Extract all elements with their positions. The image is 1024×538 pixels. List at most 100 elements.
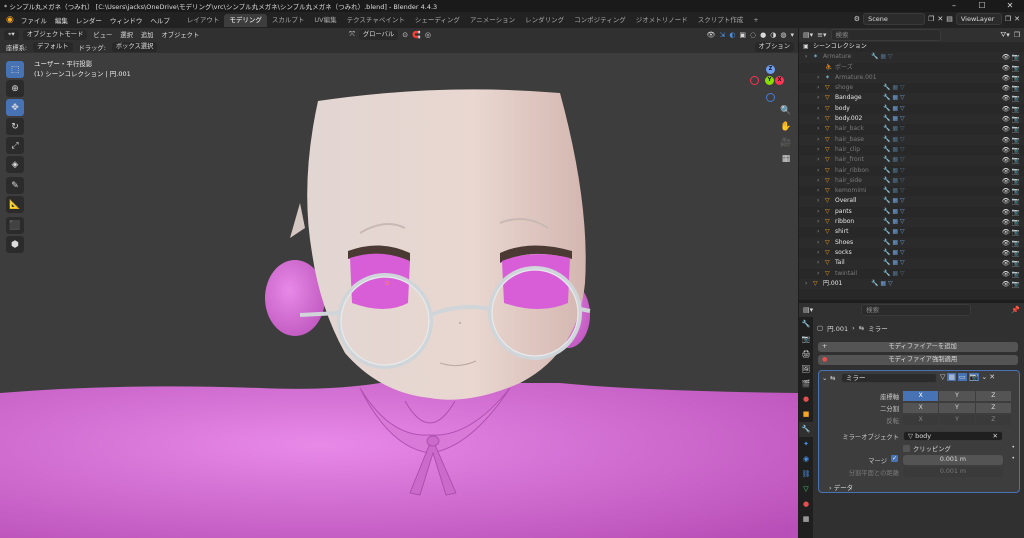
maximize-icon[interactable]: ☐ — [968, 0, 996, 12]
tool-tab-icon[interactable]: 🔧 — [799, 317, 813, 332]
move-tool[interactable]: ✥ — [6, 99, 24, 116]
visibility-eye-icon[interactable]: 👁 — [1002, 207, 1010, 217]
modifier-indicator-icon[interactable]: 🔧 ▦ ▽ — [883, 124, 905, 134]
scene-field[interactable]: Scene — [863, 13, 926, 25]
apply-all-modifiers-button[interactable]: ● モディファイア強制適用 — [818, 355, 1018, 365]
expand-chevron-icon[interactable]: › — [817, 196, 819, 206]
menu-file[interactable]: ファイル — [17, 15, 51, 25]
gizmo-z-icon[interactable]: Z — [766, 65, 775, 74]
visibility-eye-icon[interactable]: 👁 — [1002, 104, 1010, 114]
expand-chevron-icon[interactable]: › — [817, 227, 819, 237]
outliner-row[interactable]: › ▽ hair_ribbon 🔧 ▦ ▽ 👁 📷 — [799, 166, 1024, 176]
modifier-indicator-icon[interactable]: 🔧 ▦ ▽ — [883, 104, 905, 114]
visibility-eye-icon[interactable]: 👁 — [1002, 83, 1010, 93]
modifier-indicator-icon[interactable]: 🔧 ▦ ▽ — [871, 52, 893, 62]
axis-z-toggle[interactable]: Z — [975, 391, 1011, 401]
render-camera-icon[interactable]: 📷 — [1012, 73, 1020, 83]
expand-chevron-icon[interactable]: › — [817, 269, 819, 279]
visibility-eye-icon[interactable]: 👁 — [1002, 166, 1010, 176]
expand-chevron-icon[interactable]: › — [817, 124, 819, 134]
menu-render[interactable]: レンダー — [72, 15, 106, 25]
outliner-row[interactable]: › ✶ Armature 🔧 ▦ ▽ 👁 📷 — [799, 52, 1024, 63]
flip-z-toggle[interactable]: Z — [975, 415, 1011, 425]
gizmo-neg-x-icon[interactable] — [750, 76, 759, 85]
render-camera-icon[interactable]: 📷 — [1012, 52, 1020, 62]
select-box-tool[interactable]: ⬚ — [6, 61, 24, 78]
coord-select[interactable]: デフォルト — [33, 42, 73, 52]
expand-chevron-icon[interactable]: › — [817, 135, 819, 145]
flip-y-toggle[interactable]: Y — [939, 415, 975, 425]
overlay-toggle-icon[interactable]: ◐ — [729, 31, 735, 39]
blender-logo-icon[interactable]: ◉ — [3, 15, 17, 25]
new-view-layer-icon[interactable]: ❐ — [1005, 15, 1011, 23]
expand-chevron-icon[interactable]: › — [817, 83, 819, 93]
menu-edit[interactable]: 編集 — [51, 15, 72, 25]
outliner-row[interactable]: › ▽ ribbon 🔧 ▦ ▽ 👁 📷 — [799, 217, 1024, 228]
visibility-eye-icon[interactable]: 👁 — [1002, 279, 1010, 289]
modifier-indicator-icon[interactable]: 🔧 ▦ ▽ — [883, 207, 905, 217]
proportional-edit-icon[interactable]: ◎ — [425, 31, 431, 39]
properties-editor-icon[interactable]: ▤▾ — [803, 306, 813, 314]
outliner-row[interactable]: › ▽ Bandage 🔧 ▦ ▽ 👁 📷 — [799, 93, 1024, 104]
modifier-indicator-icon[interactable]: 🔧 ▦ ▽ — [883, 114, 905, 124]
add-menu[interactable]: 追加 — [139, 30, 156, 39]
visibility-eye-icon[interactable]: 👁 — [1002, 145, 1010, 155]
remove-modifier-icon[interactable]: ✕ — [989, 373, 995, 381]
render-camera-icon[interactable]: 📷 — [1012, 166, 1020, 176]
modifier-indicator-icon[interactable]: 🔧 ▦ ▽ — [883, 269, 905, 279]
merge-check-icon[interactable]: ✓ — [891, 455, 898, 462]
visibility-eye-icon[interactable]: 👁 — [1002, 269, 1010, 279]
minimize-icon[interactable]: – — [940, 0, 968, 12]
tab-animation[interactable]: アニメーション — [465, 14, 520, 27]
axis-x-toggle[interactable]: X — [903, 391, 939, 401]
object-tab-icon[interactable]: ■ — [799, 407, 813, 422]
visibility-icon[interactable]: 👁 — [707, 31, 716, 39]
mirror-object-field[interactable]: ▽ body ✕ — [903, 431, 1003, 441]
visibility-eye-icon[interactable]: 👁 — [1002, 227, 1010, 237]
modifier-indicator-icon[interactable]: 🔧 ▦ ▽ — [883, 155, 905, 165]
render-camera-icon[interactable]: 📷 — [1012, 135, 1020, 145]
modifier-tab-icon[interactable]: 🔧 — [799, 422, 813, 437]
expand-chevron-icon[interactable]: › — [817, 217, 819, 227]
render-camera-icon[interactable]: 📷 — [1012, 83, 1020, 93]
close-icon[interactable]: ✕ — [996, 0, 1024, 12]
modifier-indicator-icon[interactable]: 🔧 ▦ ▽ — [883, 93, 905, 103]
modifier-menu-icon[interactable]: ⌄ — [981, 373, 987, 381]
visibility-eye-icon[interactable]: 👁 — [1002, 217, 1010, 227]
visibility-eye-icon[interactable]: 👁 — [1002, 93, 1010, 103]
render-camera-icon[interactable]: 📷 — [1012, 155, 1020, 165]
modifier-indicator-icon[interactable]: 🔧 ▦ ▽ — [883, 217, 905, 227]
constraints-tab-icon[interactable]: ⛓ — [799, 467, 813, 482]
render-icon[interactable]: 📷 — [968, 373, 980, 381]
measure-tool[interactable]: 📐 — [6, 196, 24, 213]
cursor-tool[interactable]: ⊕ — [6, 80, 24, 97]
scene-tab-icon[interactable]: 🎬 — [799, 377, 813, 392]
shading-wireframe-icon[interactable]: ◌ — [750, 31, 756, 39]
outliner-row[interactable]: › ▽ hair_back 🔧 ▦ ▽ 👁 📷 — [799, 124, 1024, 134]
visibility-eye-icon[interactable]: 👁 — [1002, 124, 1010, 134]
output-tab-icon[interactable]: 🖨 — [799, 347, 813, 362]
render-camera-icon[interactable]: 📷 — [1012, 196, 1020, 206]
zoom-icon[interactable]: 🔍 — [780, 105, 792, 117]
rotate-tool[interactable]: ↻ — [6, 118, 24, 135]
visibility-eye-icon[interactable]: 👁 — [1002, 63, 1010, 73]
expand-chevron-icon[interactable]: › — [817, 145, 819, 155]
merge-distance-field[interactable]: 0.001 m — [903, 455, 1003, 465]
expand-chevron-icon[interactable]: › — [817, 248, 819, 258]
add-workspace-icon[interactable]: + — [748, 14, 763, 27]
expand-chevron-icon[interactable]: › — [817, 155, 819, 165]
drag-select[interactable]: ボックス選択 — [111, 42, 158, 52]
outliner-row[interactable]: › ▽ shoge 🔧 ▦ ▽ 👁 📷 — [799, 83, 1024, 93]
visibility-eye-icon[interactable]: 👁 — [1002, 238, 1010, 248]
render-camera-icon[interactable]: 📷 — [1012, 124, 1020, 134]
flip-x-toggle[interactable]: X — [903, 415, 939, 425]
texture-tab-icon[interactable]: ▦ — [799, 512, 813, 527]
world-tab-icon[interactable]: ● — [799, 392, 813, 407]
data-tab-icon[interactable]: ▽ — [799, 482, 813, 497]
modifier-indicator-icon[interactable]: 🔧 ▦ ▽ — [883, 145, 905, 155]
expand-chevron-icon[interactable]: › — [817, 176, 819, 186]
visibility-eye-icon[interactable]: 👁 — [1002, 176, 1010, 186]
outliner-row[interactable]: › ✶ Armature.001 👁 📷 — [799, 72, 1024, 84]
filter-icon[interactable]: ⛛▾ — [1000, 31, 1009, 40]
visibility-eye-icon[interactable]: 👁 — [1002, 52, 1010, 62]
